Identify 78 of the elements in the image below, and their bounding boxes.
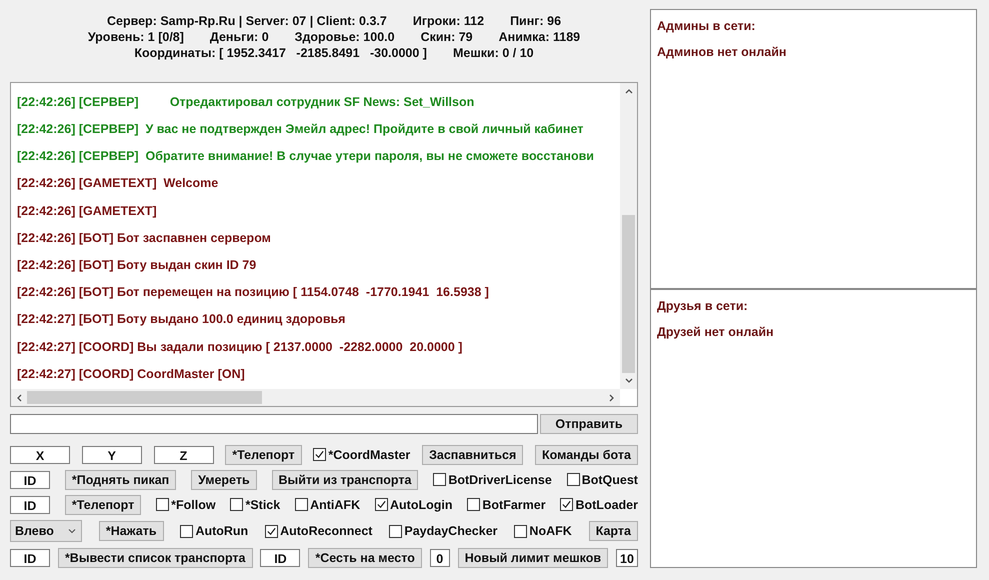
status-text: Координаты: [ 1952.3417 -2185.8491 -30.0000 ]	[134, 46, 427, 60]
log-line: [22:42:27] [БОТ] Боту выдано 100.0 единиц здоровья	[17, 311, 346, 328]
action-button[interactable]: Команды бота	[535, 444, 638, 464]
log-line: [22:42:26] [СЕРВЕР] Отредактировал сотрудник SF News: Set_Willson	[17, 94, 476, 111]
action-button[interactable]: *Телепорт	[225, 444, 302, 464]
action-button[interactable]: *Нажать	[98, 521, 164, 541]
status-text: Деньги: 0	[210, 30, 269, 44]
checkbox-label[interactable]: NoAFK	[529, 524, 572, 538]
checkbox-label[interactable]: BotDriverLicense	[448, 472, 552, 486]
checkbox-label[interactable]: AutoRun	[195, 524, 248, 538]
log-line: [22:42:26] [GAMETEXT] Welcome	[17, 175, 220, 192]
send-button[interactable]: Отправить	[540, 414, 638, 434]
input-field[interactable]: ID	[10, 496, 50, 514]
input-field[interactable]: X	[10, 446, 70, 464]
input-field[interactable]: Z	[154, 446, 214, 464]
checkbox-label[interactable]: AntiAFK	[310, 498, 360, 512]
log-line: [22:42:26] [БОТ] Бот заспавнен сервером	[17, 230, 272, 247]
action-button[interactable]: Умереть	[191, 470, 257, 490]
log-line: [22:42:27] [COORD] Вы задали позицию [ 2137.0000 -2282.0000 20.0000 ]	[17, 338, 464, 356]
status-text: Здоровье: 100.0	[294, 30, 395, 44]
checkbox-label[interactable]: *Stick	[245, 498, 280, 512]
input-field[interactable]: ID	[260, 548, 300, 566]
action-button[interactable]: *Сесть на место	[308, 548, 422, 568]
vertical-scrollbar[interactable]	[620, 82, 637, 389]
log-line: [22:42:26] [GAMETEXT]	[17, 202, 158, 220]
panel-title: Друзья в сети:	[657, 298, 749, 314]
panel-message: Админов нет онлайн	[657, 44, 788, 60]
status-text: Скин: 79	[420, 30, 473, 44]
action-button[interactable]: *Поднять пикап	[64, 470, 176, 490]
checkbox-label[interactable]: PaydayChecker	[404, 524, 498, 538]
input-field[interactable]: ID	[10, 548, 50, 566]
checkbox-label[interactable]: BotQuest	[582, 472, 638, 486]
status-text: Анимка: 1189	[498, 30, 580, 44]
status-text: Пинг: 96	[510, 14, 562, 28]
log-line: [22:42:26] [БОТ] Боту выдан скин ID 79	[17, 257, 258, 274]
log-line: [22:42:26] [СЕРВЕР] Обратите внимание! В случае утери пароля, вы не сможете восстанови	[17, 148, 595, 166]
checkbox[interactable]	[566, 473, 580, 486]
status-text: Уровень: 1 [0/8]	[88, 30, 184, 44]
direction-dropdown[interactable]: Влево	[10, 520, 82, 542]
action-button[interactable]: Выйти из транспорта	[272, 470, 418, 490]
checkbox[interactable]	[180, 524, 194, 538]
checkbox[interactable]	[230, 498, 244, 511]
panel-message: Друзей нет онлайн	[657, 324, 775, 340]
log-line: [22:42:26] [СЕРВЕР] У вас не подтвержден Эмейл адрес! Пройдите в свой личный кабинет	[17, 121, 584, 138]
log-line: [22:42:27] [COORD] CoordMaster [ON]	[17, 366, 246, 383]
panel-title: Админы в сети:	[657, 18, 756, 34]
checkbox[interactable]	[560, 498, 574, 511]
input-field[interactable]: 10	[616, 548, 638, 566]
input-field[interactable]: 0	[430, 548, 450, 566]
checkbox[interactable]	[313, 448, 326, 461]
chevron-down-icon[interactable]	[67, 526, 77, 536]
checkbox-label[interactable]: *Follow	[171, 498, 216, 512]
input-field[interactable]: ID	[10, 470, 50, 488]
input-field[interactable]: Y	[82, 446, 142, 464]
status-text: Игроки: 112	[412, 14, 484, 28]
horizontal-scrollbar[interactable]	[11, 389, 620, 406]
action-button[interactable]: Новый лимит мешков	[458, 548, 608, 568]
checkbox-label[interactable]: AutoReconnect	[280, 524, 372, 538]
action-button[interactable]: Заспавниться	[422, 444, 524, 464]
action-button[interactable]: *Телепорт	[64, 494, 142, 514]
status-text: Мешки: 0 / 10	[452, 46, 534, 60]
checkbox[interactable]	[514, 524, 528, 538]
checkbox[interactable]	[389, 524, 402, 538]
checkbox-label[interactable]: AutoLogin	[390, 498, 452, 512]
checkbox[interactable]	[433, 473, 446, 486]
message-field[interactable]	[10, 414, 538, 434]
checkbox[interactable]	[156, 498, 170, 511]
checkbox[interactable]	[467, 498, 480, 511]
checkbox[interactable]	[265, 524, 278, 538]
action-button[interactable]: *Вывести список транспорта	[58, 548, 252, 568]
log-line: [22:42:26] [БОТ] Бот перемещен на позицию [ 1154.0748 -1770.1941 16.5938 ]	[17, 284, 490, 302]
checkbox[interactable]	[375, 498, 388, 511]
checkbox-label[interactable]: *CoordMaster	[328, 448, 410, 462]
checkbox-label[interactable]: BotFarmer	[482, 498, 546, 512]
action-button[interactable]: Карта	[588, 521, 638, 541]
checkbox[interactable]	[295, 498, 308, 511]
checkbox-label[interactable]: BotLoader	[575, 498, 638, 512]
status-text: Сервер: Samp-Rp.Ru | Server: 07 | Client: 0.3.7	[106, 14, 387, 28]
